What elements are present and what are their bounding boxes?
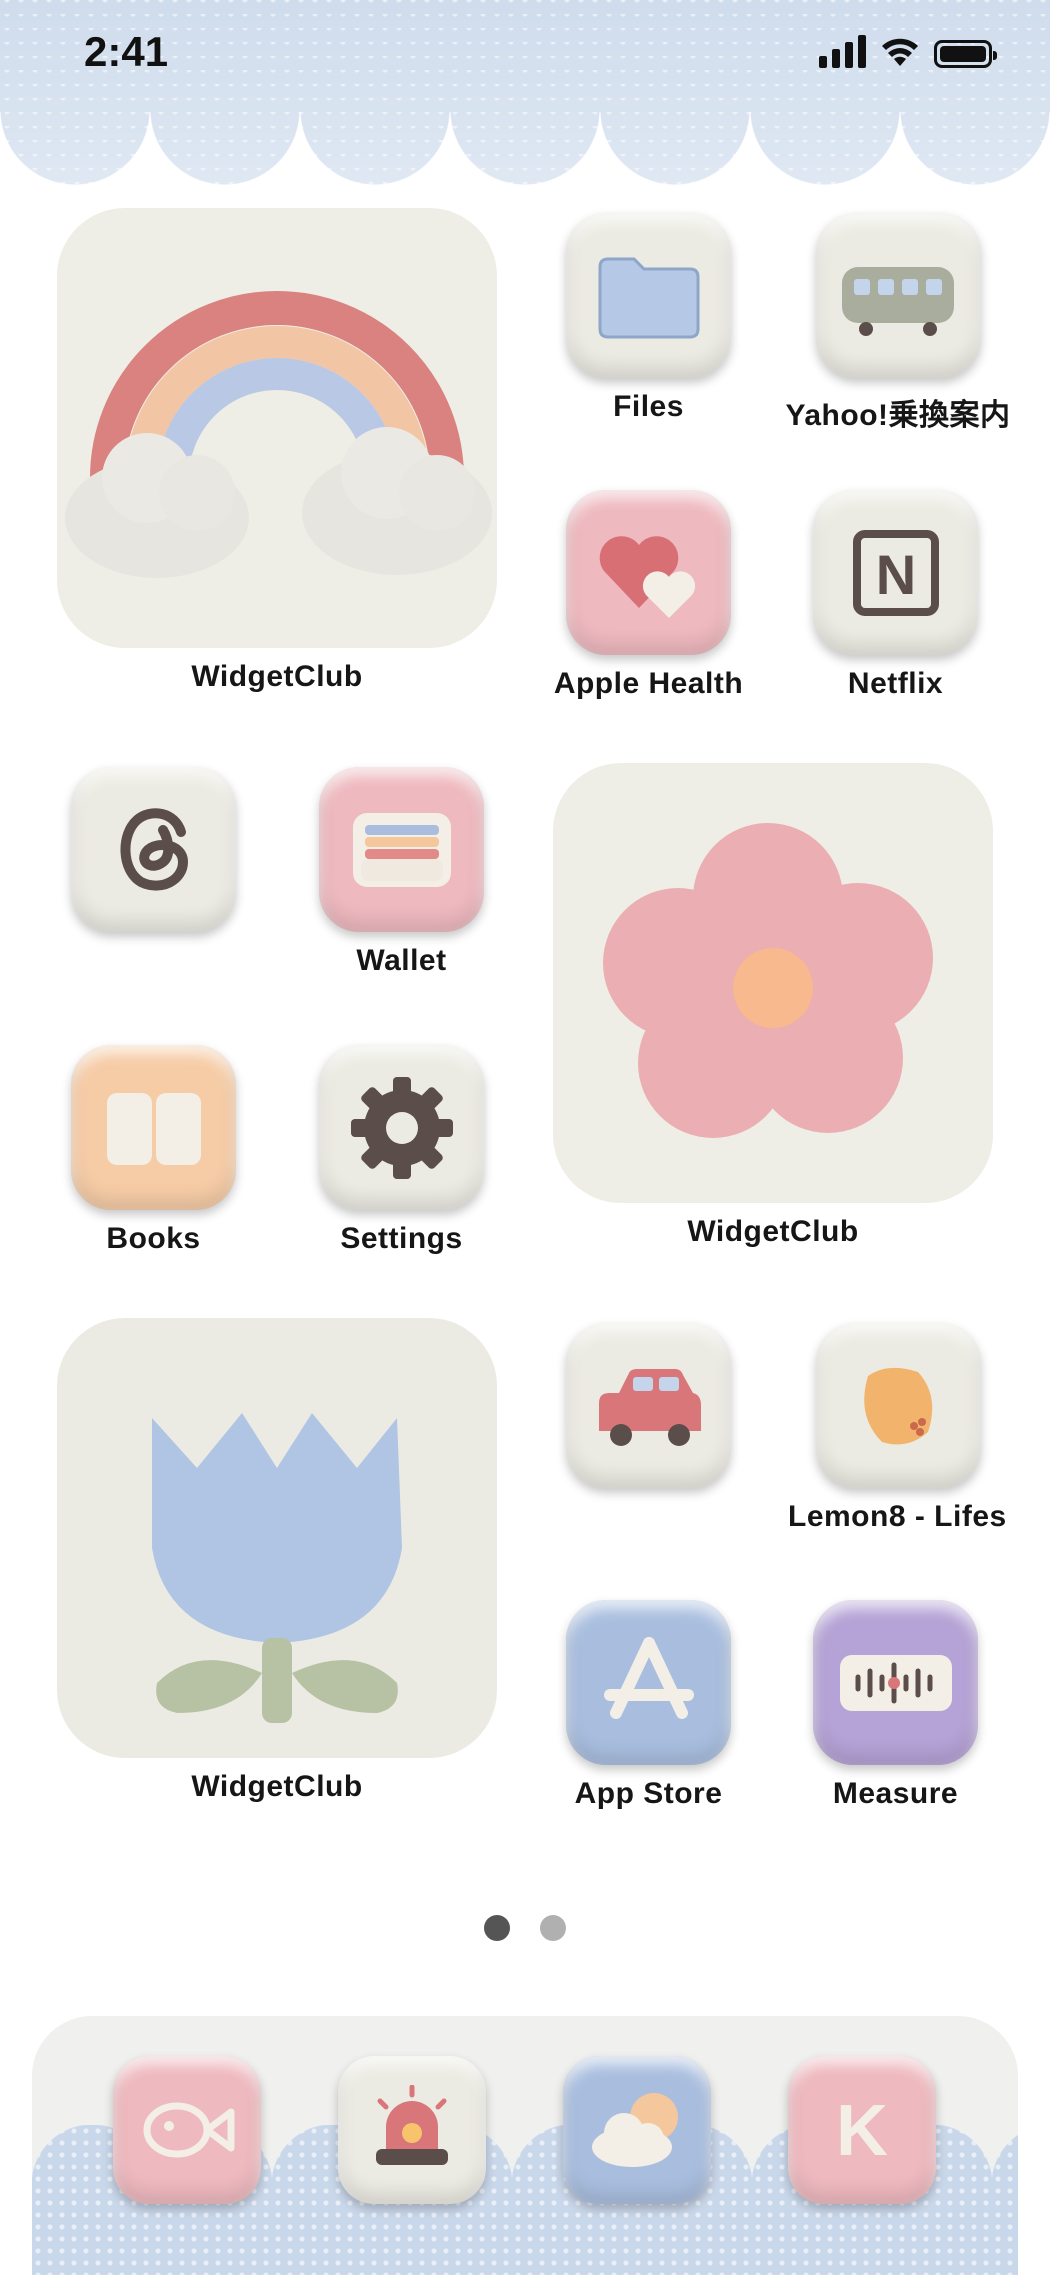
threads-icon [71, 767, 236, 932]
app-yahoo-transit[interactable]: Yahoo!乗換案内 [785, 213, 1011, 434]
dock-app-weather[interactable] [563, 2056, 711, 2204]
folder-icon [566, 213, 731, 378]
app-store-icon [566, 1600, 731, 1765]
flower-icon [553, 763, 993, 1203]
page-dot-1[interactable] [484, 1915, 510, 1941]
rainbow-icon [57, 208, 497, 648]
app-label: Wallet [356, 944, 447, 977]
ruler-icon [813, 1600, 978, 1765]
dock-app-k[interactable]: K [788, 2056, 936, 2204]
book-icon [71, 1045, 236, 1210]
app-label: Netflix [847, 667, 944, 700]
app-label: Files [613, 390, 684, 423]
app-measure[interactable]: Measure [813, 1600, 978, 1811]
app-label: App Store [574, 1777, 723, 1810]
app-lemon8[interactable]: Lemon8 - Lifes [788, 1323, 1008, 1534]
widget-tulip[interactable]: WidgetClub [57, 1318, 497, 1804]
app-netflix[interactable]: N Netflix [813, 490, 978, 701]
page-indicator[interactable] [0, 1915, 1050, 1941]
status-icons [819, 34, 997, 68]
wifi-icon [882, 38, 918, 66]
app-app-store[interactable]: App Store [566, 1600, 731, 1811]
app-wallet[interactable]: Wallet [319, 767, 484, 978]
cellular-signal-icon [819, 34, 866, 68]
app-car[interactable] [566, 1323, 731, 1500]
app-label: Yahoo!乗換案内 [785, 399, 1011, 432]
car-icon [566, 1323, 731, 1488]
app-settings[interactable]: Settings [319, 1045, 484, 1256]
k-letter-icon: K [836, 2091, 888, 2171]
siren-icon [376, 2085, 448, 2165]
svg-text:N: N [875, 543, 915, 606]
app-label: Books [106, 1222, 201, 1255]
app-files[interactable]: Files [566, 213, 731, 424]
widget-label: WidgetClub [191, 1770, 363, 1803]
svg-text:K: K [836, 2091, 888, 2171]
battery-icon [934, 40, 997, 68]
tulip-icon [57, 1318, 497, 1758]
widget-label: WidgetClub [191, 660, 363, 693]
widget-rainbow[interactable]: WidgetClub [57, 208, 497, 694]
app-label: Measure [832, 1777, 959, 1810]
dock-app-fish[interactable] [113, 2056, 261, 2204]
app-apple-health[interactable]: Apple Health [526, 490, 771, 701]
heart-icon [566, 490, 731, 655]
status-time: 2:41 [84, 28, 169, 75]
train-icon [815, 213, 981, 378]
app-label: Apple Health [553, 667, 744, 700]
wallet-icon [319, 767, 484, 932]
fish-icon [143, 2102, 235, 2158]
app-label: Lemon8 - Lifes [788, 1500, 1007, 1533]
gear-icon [319, 1045, 484, 1210]
app-label: Settings [340, 1222, 463, 1255]
page-dot-2[interactable] [540, 1915, 566, 1941]
n-letter-icon: N [813, 490, 978, 655]
weather-icon [592, 2093, 678, 2167]
dock-app-siren[interactable] [338, 2056, 486, 2204]
dock: K [32, 2016, 1018, 2275]
lemon-icon [815, 1323, 981, 1488]
app-threads[interactable] [71, 767, 236, 944]
widget-flower[interactable]: WidgetClub [553, 763, 993, 1249]
widget-label: WidgetClub [687, 1215, 859, 1248]
app-books[interactable]: Books [71, 1045, 236, 1256]
